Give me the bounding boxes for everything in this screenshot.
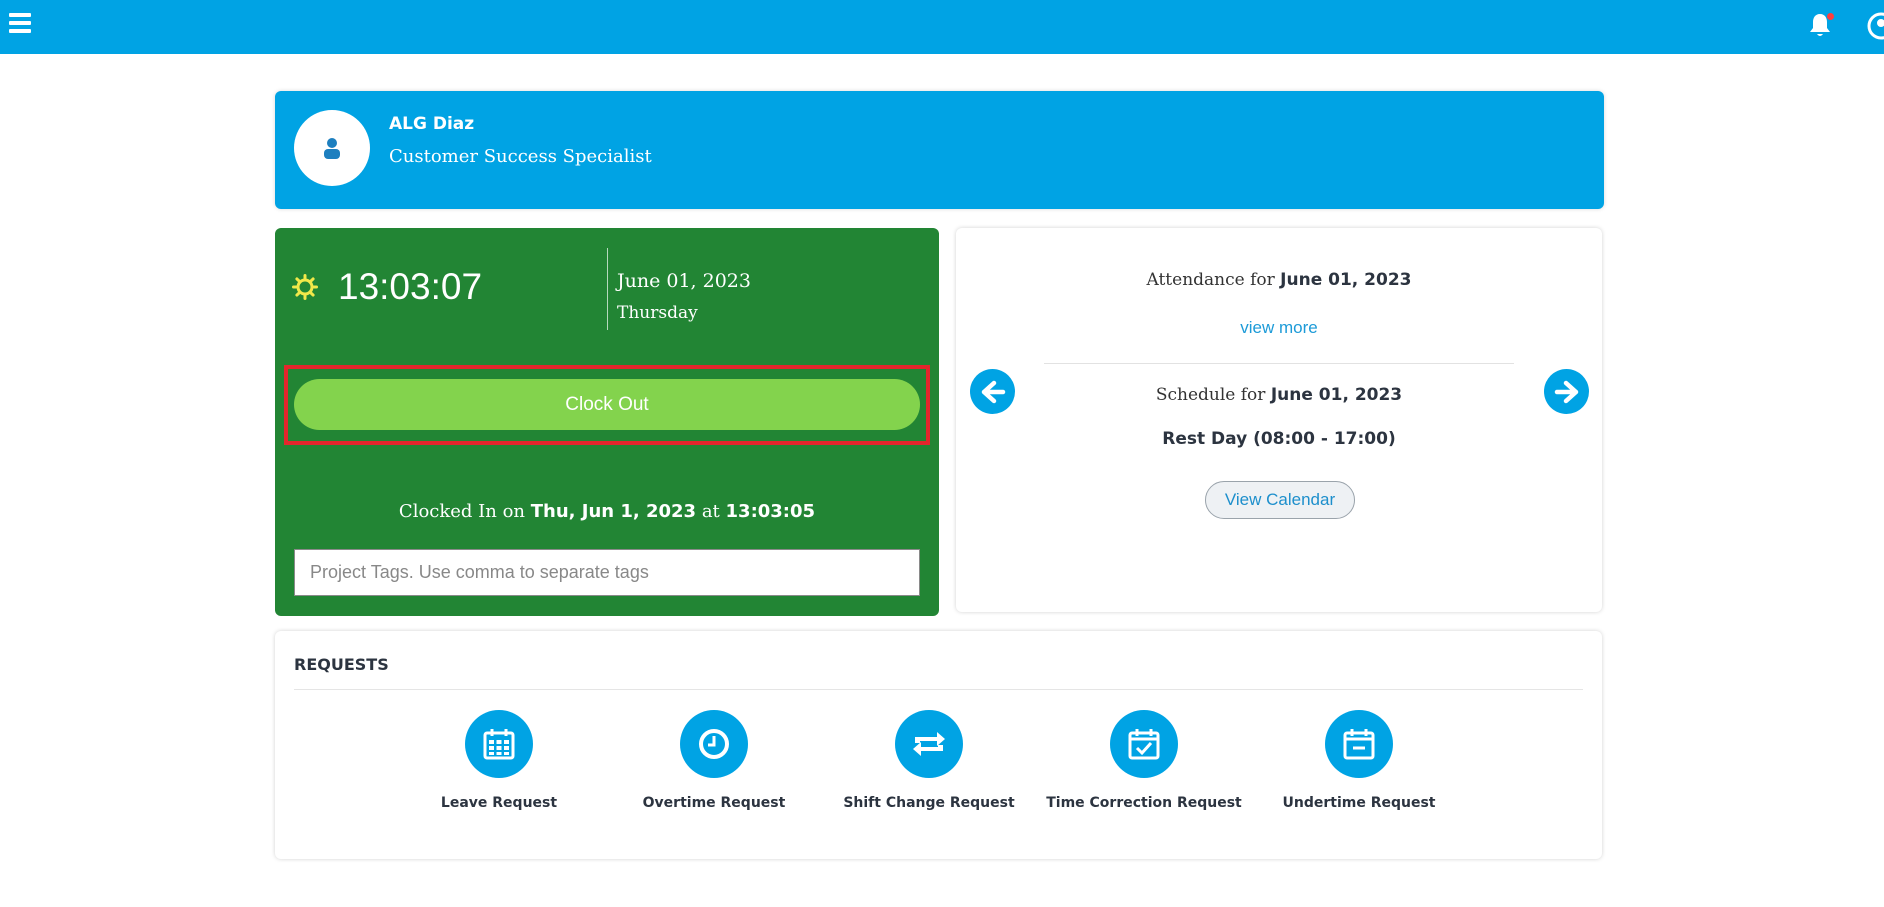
- request-icon-circle: [1325, 710, 1393, 778]
- view-more-link[interactable]: view more: [956, 318, 1602, 338]
- profile-job-title: Customer Success Specialist: [389, 146, 652, 167]
- next-day-button[interactable]: [1544, 369, 1589, 414]
- swap-arrows-icon: [913, 732, 945, 756]
- previous-day-button[interactable]: [970, 369, 1015, 414]
- arrow-right-icon: [1554, 380, 1578, 403]
- request-icon-circle: [680, 710, 748, 778]
- request-icon-circle: [1110, 710, 1178, 778]
- requests-title: REQUESTS: [294, 655, 389, 674]
- attendance-prefix: Attendance for: [1146, 270, 1281, 290]
- calendar-grid-icon: [483, 729, 515, 760]
- clock-icon: [699, 729, 729, 759]
- clock-card: 13:03:07 June 01, 2023 Thursday Clock Ou…: [275, 228, 939, 616]
- user-circle-icon[interactable]: [1867, 12, 1884, 40]
- request-label: Overtime Request: [642, 795, 786, 811]
- clocked-in-date: Thu, Jun 1, 2023: [530, 501, 697, 522]
- profile-banner: ALG Diaz Customer Success Specialist: [275, 91, 1604, 209]
- view-calendar-button[interactable]: View Calendar: [1205, 481, 1355, 519]
- user-icon: [324, 138, 340, 159]
- time-correction-request-button[interactable]: Time Correction Request: [1044, 710, 1244, 811]
- sun-icon: [292, 274, 318, 300]
- request-label: Time Correction Request: [1046, 795, 1242, 811]
- profile-name: ALG Diaz: [389, 114, 475, 134]
- current-day: Thursday: [617, 303, 698, 323]
- schedule-detail: Rest Day (08:00 - 17:00): [1162, 429, 1396, 449]
- leave-request-button[interactable]: Leave Request: [399, 710, 599, 811]
- undertime-request-button[interactable]: Undertime Request: [1259, 710, 1459, 811]
- request-label: Undertime Request: [1282, 795, 1436, 811]
- request-icon-circle: [465, 710, 533, 778]
- project-tags-input[interactable]: [294, 549, 920, 596]
- arrow-left-icon: [981, 380, 1005, 403]
- overtime-request-button[interactable]: Overtime Request: [614, 710, 814, 811]
- current-time: 13:03:07: [338, 266, 483, 307]
- bell-icon[interactable]: [1808, 12, 1834, 40]
- clocked-in-status: Clocked In on Thu, Jun 1, 2023 at 13:03:…: [275, 501, 939, 522]
- requests-card: REQUESTS Leave Request Overtime Request …: [275, 631, 1602, 859]
- schedule-heading: Schedule for June 01, 2023: [956, 385, 1602, 405]
- calendar-minus-icon: [1343, 729, 1375, 760]
- attendance-heading: Attendance for June 01, 2023: [956, 270, 1602, 290]
- request-icon-circle: [895, 710, 963, 778]
- schedule-date: June 01, 2023: [1270, 385, 1403, 405]
- top-navbar: [0, 0, 1884, 54]
- current-date: June 01, 2023: [617, 270, 751, 292]
- avatar[interactable]: [294, 110, 370, 186]
- hamburger-icon[interactable]: [9, 13, 33, 35]
- calendar-check-icon: [1128, 729, 1160, 760]
- clocked-in-prefix: Clocked In on: [398, 501, 531, 522]
- attendance-card: Attendance for June 01, 2023 view more S…: [956, 228, 1602, 612]
- schedule-prefix: Schedule for: [1155, 385, 1271, 405]
- request-label: Leave Request: [440, 795, 558, 811]
- clock-out-button[interactable]: Clock Out: [294, 379, 920, 430]
- attendance-date: June 01, 2023: [1280, 270, 1412, 290]
- divider: [294, 689, 1583, 690]
- request-label: Shift Change Request: [843, 795, 1015, 811]
- shift-change-request-button[interactable]: Shift Change Request: [829, 710, 1029, 811]
- clocked-in-at: at: [696, 501, 726, 522]
- divider: [607, 248, 608, 330]
- clocked-in-time: 13:03:05: [725, 501, 816, 522]
- notification-dot: [1827, 13, 1834, 20]
- divider: [1044, 363, 1514, 364]
